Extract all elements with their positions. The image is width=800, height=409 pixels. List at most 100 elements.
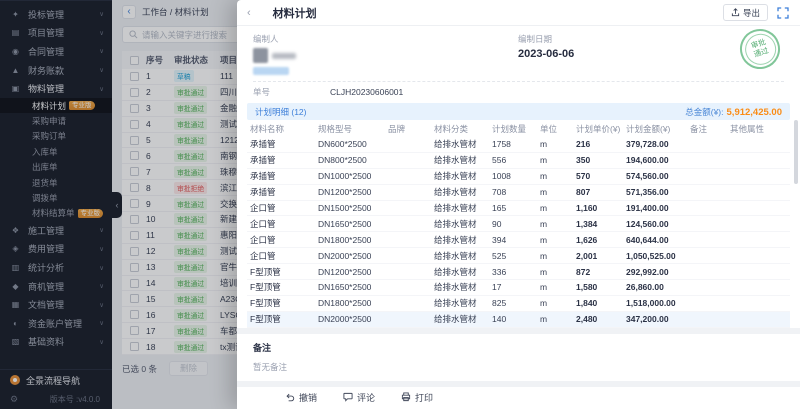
undo-button[interactable]: 撤销 <box>285 391 317 404</box>
detail-col-header: 计划金额(¥) <box>623 123 687 135</box>
export-label: 导出 <box>743 7 760 19</box>
detail-cell: 企口管 <box>247 234 315 246</box>
detail-col-header: 材料名称 <box>247 123 315 135</box>
detail-cell: m <box>537 203 573 213</box>
detail-cell: DN1800*2500 <box>315 298 385 308</box>
detail-cell: 124,560.00 <box>623 219 687 229</box>
table-row[interactable]: F型顶管DN1650*2500给排水管材17m1,58026,860.00 <box>247 280 790 296</box>
table-row[interactable]: F型顶管DN1800*2500给排水管材825m1,8401,518,000.0… <box>247 296 790 312</box>
detail-cell: m <box>537 282 573 292</box>
detail-cell: 给排水管材 <box>431 234 489 246</box>
detail-cell: 承插管 <box>247 186 315 198</box>
detail-cell: 1758 <box>489 139 537 149</box>
detail-cell: m <box>537 314 573 324</box>
detail-cell: 承插管 <box>247 138 315 150</box>
detail-cell: 1,518,000.00 <box>623 298 687 308</box>
table-row[interactable]: F型顶管DN1200*2500给排水管材336m872292,992.00 <box>247 264 790 280</box>
detail-cell: m <box>537 187 573 197</box>
detail-cell: DN2000*2500 <box>315 251 385 261</box>
detail-cell: 给排水管材 <box>431 313 489 325</box>
detail-cell: 90 <box>489 219 537 229</box>
undo-icon <box>285 392 295 404</box>
print-button[interactable]: 打印 <box>401 391 433 404</box>
detail-cell: 企口管 <box>247 218 315 230</box>
detail-col-header: 计划数量 <box>489 123 537 135</box>
detail-cell: 1,840 <box>573 298 623 308</box>
date-label: 编制日期 <box>518 33 574 45</box>
table-row[interactable]: F型顶管DN2000*2500给排水管材140m2,480347,200.00 <box>247 312 790 328</box>
detail-summary-bar: 计划明细 (12) 总金额(¥): 5,912,425.00 <box>247 103 790 120</box>
detail-cell: m <box>537 139 573 149</box>
detail-cell: 708 <box>489 187 537 197</box>
order-no-value: CLJH20230606001 <box>330 87 403 97</box>
detail-cell: 165 <box>489 203 537 213</box>
order-no-label: 单号 <box>253 86 330 98</box>
detail-cell: 347,200.00 <box>623 314 687 324</box>
detail-table: 材料名称规格型号品牌材料分类计划数量单位计划单价(¥)计划金额(¥)备注其他属性… <box>247 120 790 328</box>
table-row[interactable]: 企口管DN1650*2500给排水管材90m1,384124,560.00 <box>247 216 790 232</box>
detail-cell: 给排水管材 <box>431 138 489 150</box>
table-row[interactable]: 承插管DN600*2500 给排水管材1758m216379,728.00 <box>247 137 790 153</box>
detail-cell: 1,050,525.00 <box>623 251 687 261</box>
detail-col-header: 计划单价(¥) <box>573 123 623 135</box>
detail-count-label: 计划明细 (12) <box>255 106 306 118</box>
detail-cell: 2,480 <box>573 314 623 324</box>
detail-cell: 872 <box>573 267 623 277</box>
detail-cell: DN600*2500 <box>315 139 385 149</box>
detail-cell: F型顶管 <box>247 313 315 325</box>
detail-cell: 给排水管材 <box>431 218 489 230</box>
detail-cell: 191,400.00 <box>623 203 687 213</box>
detail-cell: 525 <box>489 251 537 261</box>
drawer-info: 编制人 编制日期 2023-06-06 审批通过 单号 CLJH20230606… <box>237 26 800 103</box>
detail-col-header: 备注 <box>687 123 727 135</box>
detail-cell: 企口管 <box>247 250 315 262</box>
detail-cell: DN1800*2500 <box>315 235 385 245</box>
detail-cell: 给排水管材 <box>431 266 489 278</box>
fullscreen-icon[interactable] <box>777 6 790 19</box>
action-label: 打印 <box>415 391 433 404</box>
export-button[interactable]: 导出 <box>723 4 768 21</box>
detail-col-header: 材料分类 <box>431 123 489 135</box>
detail-cell: m <box>537 155 573 165</box>
detail-col-header: 单位 <box>537 123 573 135</box>
detail-cell: 给排水管材 <box>431 170 489 182</box>
detail-cell: 379,728.00 <box>623 139 687 149</box>
detail-cell: 574,560.00 <box>623 171 687 181</box>
table-row[interactable]: 企口管DN2000*2500给排水管材525m2,0011,050,525.00 <box>247 248 790 264</box>
table-row[interactable]: 企口管DN1500*2500给排水管材165m1,160191,400.00 <box>247 201 790 217</box>
detail-cell: DN1650*2500 <box>315 282 385 292</box>
detail-cell: 640,644.00 <box>623 235 687 245</box>
detail-cell: DN1500*2500 <box>315 203 385 213</box>
total-amount-label: 总金额(¥): <box>685 106 723 118</box>
table-row[interactable]: 承插管DN1200*2500给排水管材708m807571,356.00 <box>247 185 790 201</box>
detail-cell: 1008 <box>489 171 537 181</box>
table-row[interactable]: 承插管DN800*2500给排水管材556m350194,600.00 <box>247 153 790 169</box>
detail-cell: F型顶管 <box>247 297 315 309</box>
scrollbar[interactable] <box>794 120 798 184</box>
detail-drawer: ‹ 材料计划 导出 编制人 编制日期 2023-06-06 <box>237 0 800 409</box>
detail-col-header: 品牌 <box>385 123 431 135</box>
table-row[interactable]: 承插管DN1000*2500给排水管材1008m570574,560.00 <box>247 169 790 185</box>
detail-cell: 394 <box>489 235 537 245</box>
detail-cell: 570 <box>573 171 623 181</box>
detail-cell: 216 <box>573 139 623 149</box>
action-label: 评论 <box>357 391 375 404</box>
detail-cell: 给排水管材 <box>431 297 489 309</box>
creator-label: 编制人 <box>253 33 518 45</box>
remark-section: 备注 暂无备注 <box>237 334 800 381</box>
drawer-title: 材料计划 <box>273 5 317 21</box>
detail-cell: m <box>537 219 573 229</box>
detail-table-header: 材料名称规格型号品牌材料分类计划数量单位计划单价(¥)计划金额(¥)备注其他属性 <box>247 120 790 137</box>
drawer-collapse-icon[interactable]: ‹ <box>247 7 251 19</box>
detail-cell: DN800*2500 <box>315 155 385 165</box>
detail-cell: F型顶管 <box>247 281 315 293</box>
detail-cell: 给排水管材 <box>431 250 489 262</box>
print-icon <box>401 392 411 404</box>
detail-cell: m <box>537 251 573 261</box>
detail-cell: 556 <box>489 155 537 165</box>
action-label: 撤销 <box>299 391 317 404</box>
comment-button[interactable]: 评论 <box>343 391 375 404</box>
detail-cell: 承插管 <box>247 154 315 166</box>
detail-cell: 给排水管材 <box>431 202 489 214</box>
table-row[interactable]: 企口管DN1800*2500给排水管材394m1,626640,644.00 <box>247 232 790 248</box>
